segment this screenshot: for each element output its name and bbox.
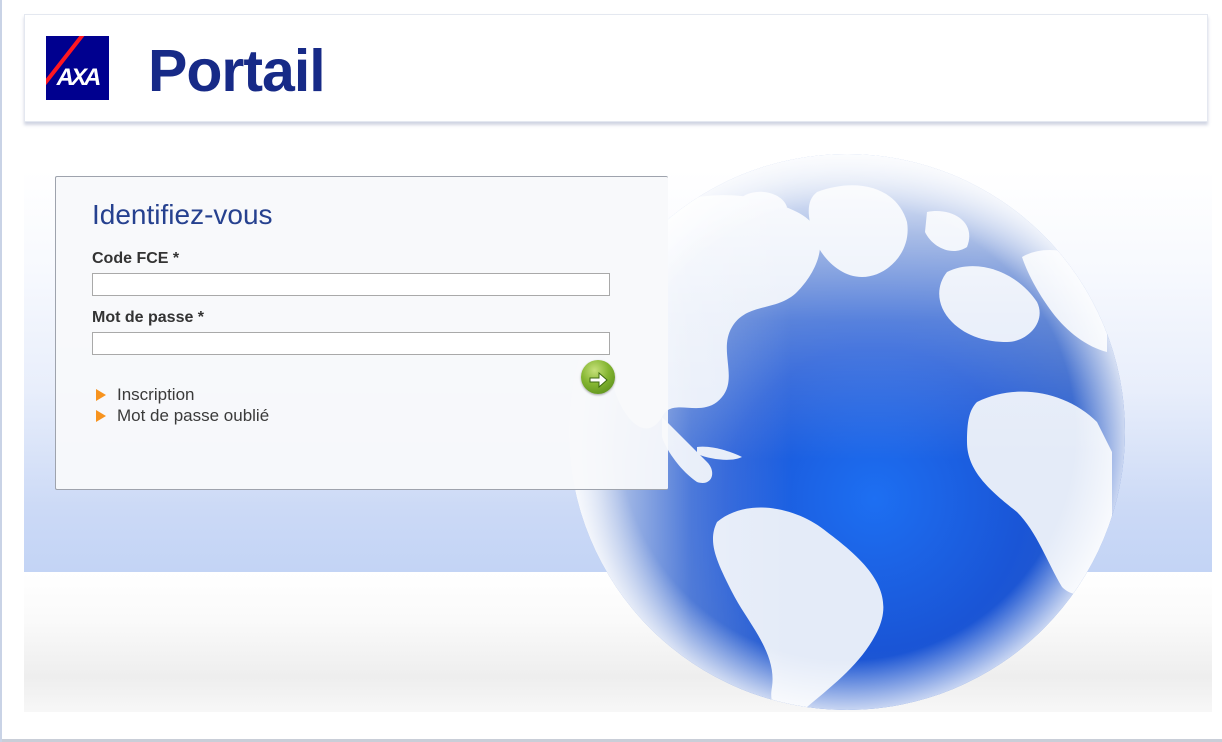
inscription-link[interactable]: Inscription [117, 385, 194, 405]
page-title: Portail [148, 38, 326, 104]
code-fce-input[interactable] [92, 273, 610, 296]
triangle-right-icon [96, 388, 106, 401]
inscription-link-row[interactable]: Inscription [96, 384, 269, 405]
login-heading: Identifiez-vous [92, 199, 273, 230]
login-page: AXA Portail Identifiez-vous Code FCE * M… [0, 0, 1222, 742]
logo-text: AXA [56, 64, 102, 91]
password-label: Mot de passe * [92, 309, 205, 326]
triangle-right-icon [96, 409, 106, 422]
axa-logo: AXA [46, 36, 109, 100]
forgot-password-link[interactable]: Mot de passe oublié [117, 406, 269, 426]
header: AXA Portail [24, 14, 1208, 122]
arrow-right-icon [589, 371, 608, 388]
login-links: Inscription Mot de passe oublié [96, 384, 269, 426]
forgot-password-link-row[interactable]: Mot de passe oublié [96, 405, 269, 426]
password-input[interactable] [92, 332, 610, 355]
submit-button[interactable] [581, 360, 615, 394]
code-fce-label: Code FCE * [92, 250, 180, 267]
login-panel: Identifiez-vous Code FCE * Mot de passe … [55, 176, 668, 490]
